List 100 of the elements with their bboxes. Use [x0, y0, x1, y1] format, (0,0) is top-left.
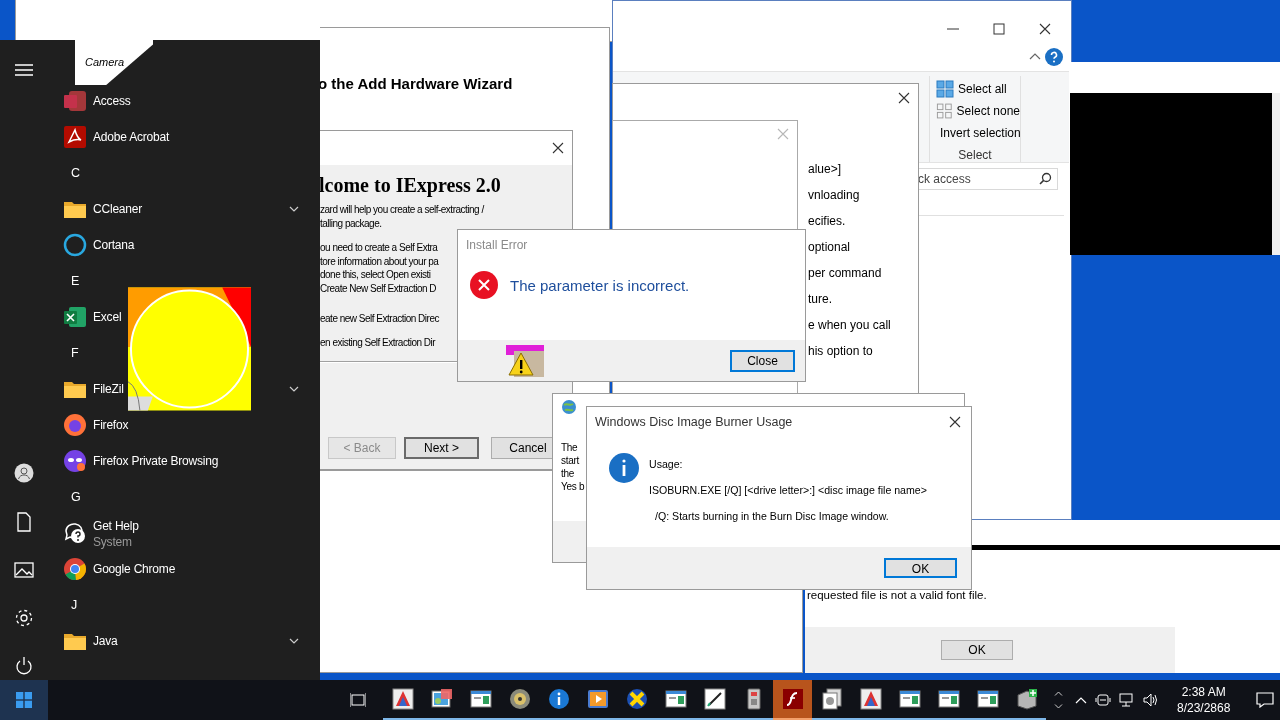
font-icon[interactable]	[391, 688, 414, 710]
chevron-icon[interactable]	[289, 206, 299, 212]
cross-icon[interactable]	[625, 688, 648, 710]
menu-item[interactable]: Access	[63, 89, 131, 113]
mask-icon	[63, 449, 87, 473]
play-icon[interactable]	[586, 688, 609, 710]
menu-item[interactable]: FileZil	[63, 377, 124, 401]
close-icon[interactable]	[1039, 23, 1051, 35]
select-none-icon	[936, 102, 953, 120]
app-name: Excel	[93, 309, 122, 326]
caret-down-icon[interactable]	[1054, 704, 1063, 709]
option-label[interactable]: en existing Self Extraction Dir	[320, 335, 436, 349]
help-text: optional	[808, 239, 852, 255]
section-letter: E	[71, 272, 80, 290]
error-icon	[470, 271, 498, 299]
info-icon	[609, 453, 639, 483]
ok-button[interactable]: OK	[941, 640, 1013, 660]
help-text: alue>]	[808, 161, 843, 177]
ribbon-button[interactable]: Select none	[936, 102, 1020, 120]
body-text: Yes b	[561, 480, 585, 493]
menu-item[interactable]: Google Chrome	[63, 557, 176, 581]
help-text: e when you call	[808, 317, 891, 333]
help-text: per command	[808, 265, 883, 281]
dialog-title: Windows Disc Image Burner Usage	[595, 413, 793, 431]
usage-text: ISOBURN.EXE [/Q] [<drive letter>:] <disc image file name>	[649, 483, 927, 497]
app-icon	[63, 125, 87, 149]
chevron-icon[interactable]	[289, 386, 299, 392]
app-name: CCleaner	[93, 201, 143, 218]
app-icon	[63, 89, 87, 113]
close-icon[interactable]	[552, 142, 564, 154]
option-label[interactable]: eate new Self Extraction Direc	[320, 312, 439, 326]
section-letter: C	[71, 164, 81, 182]
ring-icon	[63, 233, 87, 257]
menu-item[interactable]: Firefox	[63, 413, 129, 437]
volume-icon[interactable]	[1143, 692, 1159, 708]
window-icon[interactable]	[664, 688, 687, 710]
dialog-title: Install Error	[466, 236, 528, 254]
intro-text: zard will help you create a self-extracting /	[320, 203, 484, 217]
app-name: Java	[93, 633, 118, 650]
settings-icon[interactable]	[14, 608, 34, 628]
search-icon[interactable]	[1039, 172, 1052, 185]
menu-item[interactable]: Get Help System	[63, 517, 139, 549]
chevron-up-icon[interactable]	[1075, 696, 1087, 704]
documents-icon[interactable]	[820, 688, 843, 710]
clock[interactable]: 2:38 AM 8/23/2868	[1173, 684, 1235, 716]
tab-label: Camera	[85, 56, 125, 68]
chevron-icon[interactable]	[289, 638, 299, 644]
app-name: Access	[93, 93, 131, 110]
pen-icon[interactable]	[703, 688, 726, 710]
menu-item[interactable]: Firefox Private Browsing	[63, 449, 219, 473]
wizard-button[interactable]: Next >	[404, 437, 479, 459]
select-all-icon	[936, 80, 954, 98]
maximize-icon[interactable]	[993, 23, 1005, 35]
intro-text: talling package.	[320, 216, 382, 230]
notification-icon[interactable]	[1256, 692, 1275, 708]
window-icon[interactable]	[937, 688, 960, 710]
font-icon[interactable]	[859, 688, 882, 710]
info-icon[interactable]	[547, 688, 570, 710]
device-icon[interactable]	[1095, 692, 1111, 708]
network-icon[interactable]	[1119, 692, 1135, 708]
window-icon[interactable]	[898, 688, 921, 710]
caret-up-icon[interactable]	[1054, 691, 1063, 696]
menu-item[interactable]: Java	[63, 629, 118, 653]
close-button[interactable]: Close	[730, 349, 795, 372]
group-label: Select	[958, 147, 992, 164]
ribbon-button[interactable]: Select all	[936, 80, 1020, 98]
menu-item[interactable]: Cortana	[63, 233, 135, 257]
body-text: done this, select Open existi	[320, 268, 431, 282]
task-view-icon[interactable]	[350, 693, 366, 707]
app-name: FileZil	[93, 381, 124, 398]
document-icon[interactable]	[14, 512, 34, 532]
picture-icon[interactable]	[14, 560, 34, 580]
window-icon[interactable]	[976, 688, 999, 710]
caret-icon[interactable]	[1029, 52, 1041, 60]
picture-icon[interactable]	[430, 688, 453, 710]
flash-icon[interactable]	[781, 688, 804, 710]
window-icon[interactable]	[469, 688, 492, 710]
usage-text: Usage:	[649, 457, 684, 471]
ok-button[interactable]: OK	[884, 558, 957, 578]
windows-icon[interactable]	[16, 692, 32, 708]
error-message: requested file is not a valid font file.	[807, 588, 987, 603]
body-text: tore information about your pa	[320, 254, 439, 268]
menu-item[interactable]: CCleaner	[63, 197, 143, 221]
menu-item[interactable]: Excel	[63, 305, 122, 329]
help-icon[interactable]	[1045, 48, 1063, 66]
ribbon-button[interactable]: Invert selection	[936, 124, 1020, 142]
menu-item[interactable]: Adobe Acrobat	[63, 125, 170, 149]
chat-bubble-icon	[63, 521, 87, 545]
help-text: ecifies.	[808, 213, 847, 229]
close-icon[interactable]	[898, 92, 910, 104]
package-icon[interactable]	[1015, 688, 1038, 710]
user-icon[interactable]	[14, 463, 34, 483]
power-icon[interactable]	[14, 656, 34, 676]
scrollbar[interactable]	[1272, 93, 1280, 255]
section-letter: J	[71, 596, 78, 614]
disc-icon[interactable]	[508, 688, 531, 710]
globe-icon	[63, 413, 87, 437]
help-text: ture.	[808, 291, 833, 307]
close-icon[interactable]	[949, 416, 961, 428]
warning-icon	[506, 344, 544, 377]
